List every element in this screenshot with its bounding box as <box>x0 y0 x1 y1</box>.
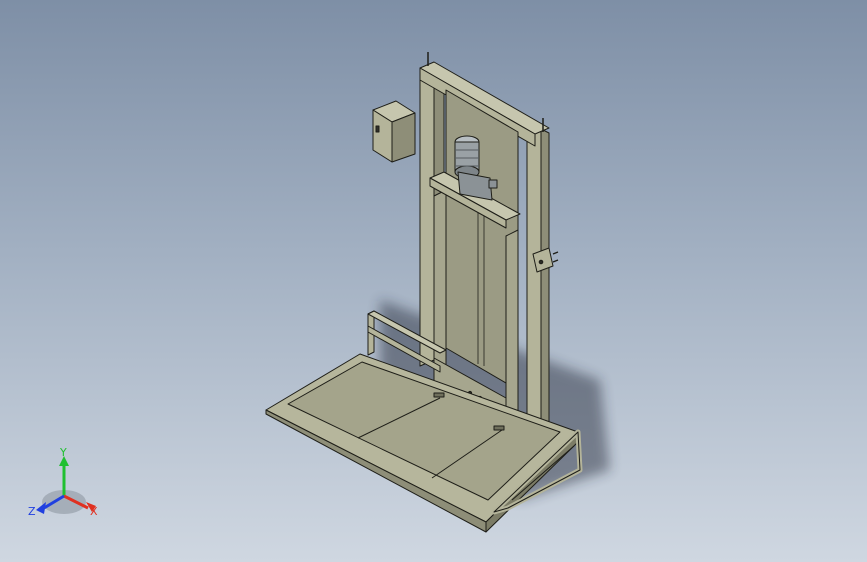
z-axis-arrow-icon <box>36 502 46 514</box>
tray-bolt-icon <box>493 425 505 431</box>
tray-bolt-icon <box>433 392 445 398</box>
lift-assembly-model[interactable] <box>0 0 867 562</box>
control-box-latch-icon <box>375 125 380 133</box>
x-axis-label: X <box>90 505 98 518</box>
z-axis-label: Z <box>28 505 36 518</box>
y-axis-label: Y <box>59 446 67 459</box>
orientation-triad: Y X Z <box>28 446 98 518</box>
control-box[interactable] <box>372 100 416 163</box>
cad-viewport[interactable]: Y X Z <box>0 0 867 562</box>
